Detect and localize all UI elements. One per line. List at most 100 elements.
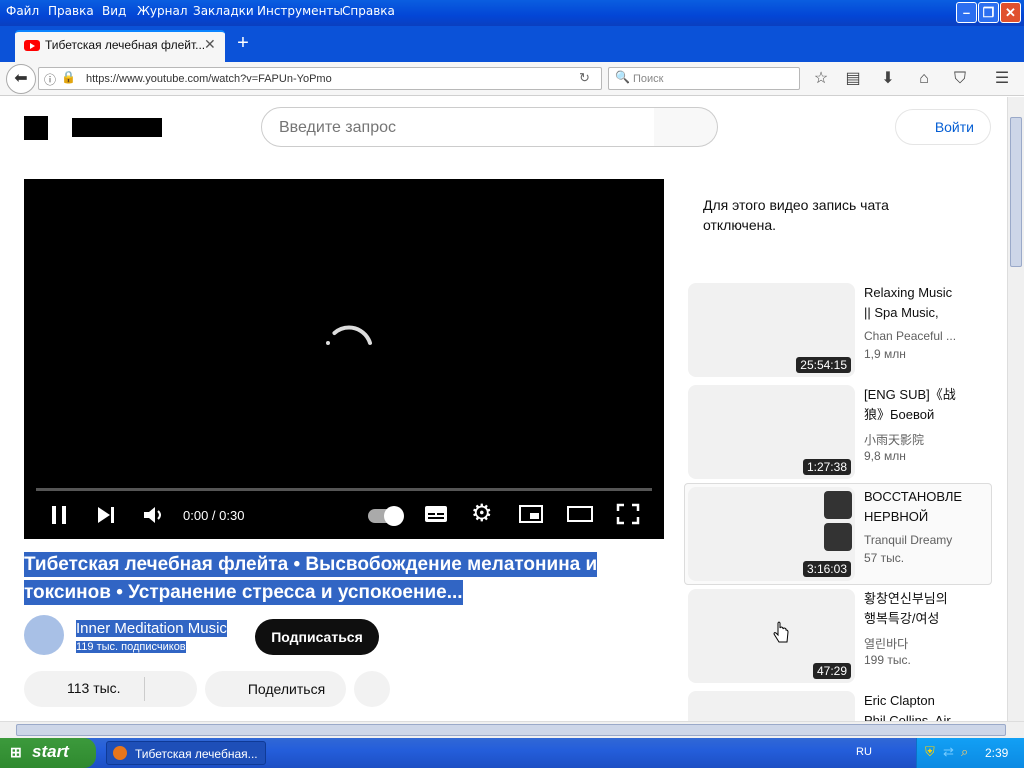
related-thumb-2[interactable]: 1:27:38	[688, 385, 855, 479]
watch-later-icon[interactable]	[824, 491, 852, 519]
menu-help[interactable]: Справка	[342, 4, 395, 18]
like-count[interactable]: 113 тыс.	[67, 680, 121, 696]
start-label: start	[32, 742, 69, 761]
menu-tools[interactable]: Инструменты	[257, 4, 343, 18]
menu-history[interactable]: Журнал	[137, 4, 188, 18]
reload-icon[interactable]: ↻	[579, 70, 590, 86]
menu-view[interactable]: Вид	[102, 4, 126, 18]
firefox-icon	[113, 746, 127, 760]
related-title-2a[interactable]: [ENG SUB]《战	[864, 385, 956, 405]
more-actions-button[interactable]	[354, 671, 390, 707]
related-title-4a[interactable]: 황창연신부님의	[864, 589, 948, 609]
network-icon[interactable]: ⇄	[943, 744, 954, 760]
related-title-5a[interactable]: Eric Clapton	[864, 691, 935, 711]
subscribe-label: Подписаться	[271, 629, 363, 645]
menu-bookmarks[interactable]: Закладки	[193, 4, 254, 18]
horizontal-scroll-thumb[interactable]	[16, 724, 1006, 736]
tab-title: Тибетская лечебная флейт...	[45, 38, 206, 52]
youtube-logo-icon[interactable]	[24, 116, 48, 140]
video-player[interactable]: 0:00 / 0:30 ⚙	[24, 179, 664, 539]
menu-file[interactable]: Файл	[6, 4, 39, 18]
browser-tab[interactable]: Тибетская лечебная флейт... ✕	[15, 30, 225, 62]
info-icon[interactable]: ⓘ	[44, 71, 56, 88]
signin-label: Войти	[934, 119, 974, 135]
related-title-3b[interactable]: НЕРВНОЙ	[864, 507, 928, 527]
browser-search-box[interactable]: 🔍 Поиск	[608, 67, 800, 90]
add-to-queue-icon[interactable]	[824, 523, 852, 551]
dislike-button[interactable]	[145, 671, 197, 707]
subscribe-button[interactable]: Подписаться	[255, 619, 379, 655]
back-button[interactable]: ⬅	[6, 64, 36, 94]
related-thumb-1[interactable]: 25:54:15	[688, 283, 855, 377]
miniplayer-icon[interactable]	[518, 504, 544, 524]
yt-search-input[interactable]: Введите запрос	[261, 107, 655, 147]
related-title-1a[interactable]: Relaxing Music	[864, 283, 952, 303]
windows-logo-icon: ⊞	[10, 744, 22, 760]
tab-close-icon[interactable]: ✕	[204, 36, 216, 53]
pocket-icon[interactable]: ⛉	[949, 69, 971, 89]
related-title-4b[interactable]: 행복특강/여성	[864, 609, 939, 629]
download-icon[interactable]: ⬇	[877, 69, 899, 89]
pause-icon[interactable]	[50, 505, 68, 525]
subtitles-icon[interactable]	[424, 504, 448, 524]
related-thumb-3[interactable]: 3:16:03	[688, 487, 855, 581]
hamburger-menu-icon[interactable]: ☰	[991, 69, 1013, 89]
autoplay-toggle[interactable]	[368, 506, 404, 526]
fullscreen-icon[interactable]	[616, 503, 640, 525]
yt-search-button[interactable]	[654, 107, 718, 147]
vertical-scroll-thumb[interactable]	[1010, 117, 1022, 267]
duration-badge: 1:27:38	[802, 459, 851, 475]
duration-badge: 3:16:03	[802, 561, 851, 577]
signin-button[interactable]: Войти	[895, 109, 991, 145]
hand-cursor-icon	[773, 621, 789, 643]
search-placeholder: Поиск	[633, 73, 664, 85]
menu-edit[interactable]: Правка	[48, 4, 94, 18]
restore-button[interactable]: ❐	[978, 2, 999, 23]
next-icon[interactable]	[96, 506, 116, 524]
channel-name[interactable]: Inner Meditation Music	[76, 620, 227, 637]
horizontal-scrollbar[interactable]	[0, 721, 1024, 738]
share-button[interactable]: Поделиться	[205, 671, 346, 707]
lock-icon[interactable]: 🔒	[61, 70, 76, 84]
progress-bar[interactable]	[36, 488, 652, 491]
related-channel-3[interactable]: Tranquil Dreamy	[864, 533, 952, 547]
shield-icon[interactable]: ⛨	[925, 744, 935, 760]
menu-bar: Файл Правка Вид Журнал Закладки Инструме…	[0, 0, 1024, 26]
related-title-5b[interactable]: Phil Collins, Air	[864, 711, 951, 721]
related-title-2b[interactable]: 狼》Боевой	[864, 405, 934, 425]
new-tab-button[interactable]: +	[234, 33, 252, 53]
bookmarks-list-icon[interactable]: ▤	[842, 69, 864, 89]
minimize-button[interactable]: –	[956, 2, 977, 23]
search-icon: 🔍	[615, 70, 630, 84]
youtube-logo-text[interactable]	[72, 118, 162, 137]
vertical-scrollbar[interactable]	[1007, 97, 1024, 721]
bookmark-star-icon[interactable]: ☆	[810, 69, 832, 89]
yt-search-placeholder: Введите запрос	[279, 119, 396, 136]
related-channel-4[interactable]: 열린바다	[864, 635, 908, 652]
url-bar[interactable]: ⓘ 🔒 https://www.youtube.com/watch?v=FAPU…	[38, 67, 602, 90]
settings-gear-icon[interactable]: ⚙	[471, 499, 493, 528]
taskbar-firefox-item[interactable]: Тибетская лечебная...	[106, 741, 266, 765]
related-title-1b[interactable]: || Spa Music,	[864, 303, 939, 323]
related-views-4: 199 тыс.	[864, 653, 911, 667]
share-label: Поделиться	[247, 681, 326, 697]
related-thumb-5[interactable]	[688, 691, 855, 721]
chat-disabled-notice: Для этого видео запись чата отключена.	[703, 197, 889, 233]
tray-search-icon[interactable]: ⌕	[961, 744, 968, 760]
related-title-3a[interactable]: ВОССТАНОВЛЕ	[864, 487, 962, 507]
related-channel-1[interactable]: Chan Peaceful ...	[864, 329, 956, 343]
close-button[interactable]: ✕	[1000, 2, 1021, 23]
related-channel-2[interactable]: 小雨天影院	[864, 431, 924, 448]
channel-avatar[interactable]	[24, 615, 64, 655]
time-display: 0:00 / 0:30	[183, 508, 245, 523]
like-dislike-group: 113 тыс.	[24, 671, 197, 707]
volume-icon[interactable]	[142, 505, 166, 525]
theater-mode-icon[interactable]	[566, 505, 594, 523]
duration-badge: 47:29	[812, 663, 851, 679]
home-icon[interactable]: ⌂	[913, 69, 935, 89]
subscriber-count: 119 тыс. подписчиков	[76, 641, 186, 653]
related-views-1: 1,9 млн	[864, 347, 906, 361]
related-views-3: 57 тыс.	[864, 551, 905, 565]
start-button[interactable]: ⊞ start	[0, 738, 96, 768]
language-indicator[interactable]: RU	[856, 746, 872, 758]
